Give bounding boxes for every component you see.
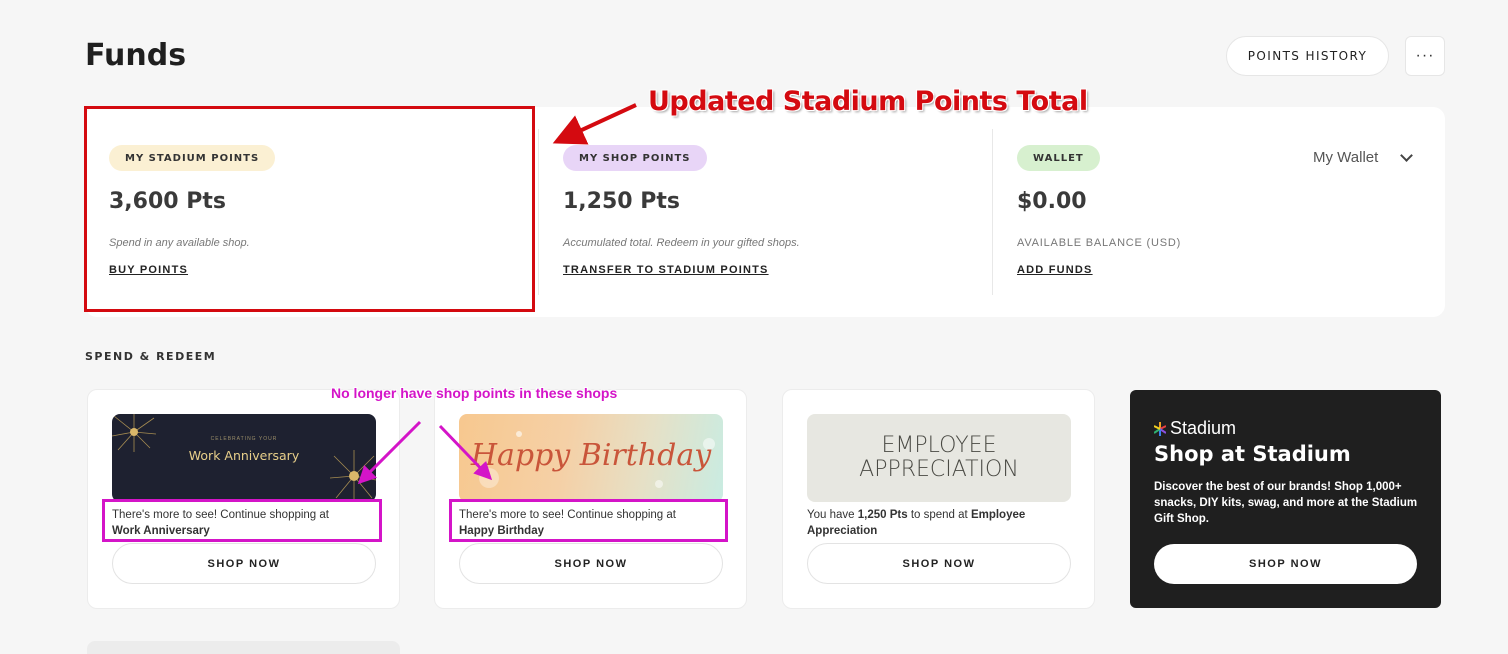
wallet-badge: WALLET — [1017, 145, 1100, 171]
shop-card-employee-appreciation: EMPLOYEE APPRECIATION You have 1,250 Pts… — [782, 389, 1095, 609]
shop-now-button[interactable]: SHOP NOW — [807, 543, 1071, 584]
wallet-selector[interactable]: My Wallet — [1313, 148, 1414, 166]
annotation-magenta-text: No longer have shop points in these shop… — [331, 385, 618, 401]
stadium-logo: Stadium — [1154, 418, 1236, 439]
wallet-description: AVAILABLE BALANCE (USD) — [1017, 237, 1182, 249]
divider — [538, 129, 539, 295]
shop-now-button[interactable]: SHOP NOW — [459, 543, 723, 584]
work-anniversary-image: CELEBRATING YOUR Work Anniversary — [112, 414, 376, 502]
shop-points-amount: 1,250 Pts — [563, 189, 680, 214]
annotation-red-text: Updated Stadium Points Total — [648, 86, 1088, 117]
page-title: Funds — [85, 38, 187, 73]
stadium-logo-icon — [1154, 421, 1166, 436]
chevron-down-icon — [1400, 148, 1414, 162]
divider — [992, 129, 993, 295]
shop-description: You have 1,250 Pts to spend at Employee … — [807, 507, 1071, 539]
wallet-amount: $0.00 — [1017, 189, 1087, 214]
stadium-brand-name: Stadium — [1170, 418, 1237, 438]
shop-description-text: to spend at — [910, 509, 968, 521]
wallet-section: WALLET My Wallet $0.00 AVAILABLE BALANCE… — [1017, 107, 1437, 317]
shop-points-badge: MY SHOP POINTS — [563, 145, 707, 171]
work-anniversary-image-title: Work Anniversary — [188, 448, 300, 463]
stadium-promo-description: Discover the best of our brands! Shop 1,… — [1154, 481, 1418, 525]
transfer-to-stadium-points-link[interactable]: TRANSFER TO STADIUM POINTS — [563, 264, 769, 276]
stadium-shop-now-button[interactable]: SHOP NOW — [1154, 544, 1417, 584]
shop-points-value: 1,250 Pts — [857, 509, 908, 521]
next-shop-card — [87, 641, 400, 654]
more-icon: ··· — [1415, 47, 1435, 64]
happy-birthday-image: Happy Birthday — [459, 414, 723, 502]
employee-appreciation-image-title: EMPLOYEE APPRECIATION — [859, 433, 1019, 482]
employee-appreciation-image: EMPLOYEE APPRECIATION — [807, 414, 1071, 502]
shop-points-description: Accumulated total. Redeem in your gifted… — [563, 237, 800, 249]
wallet-selector-label: My Wallet — [1313, 149, 1379, 166]
points-history-button[interactable]: POINTS HISTORY — [1226, 36, 1389, 76]
spend-redeem-heading: SPEND & REDEEM — [85, 350, 217, 363]
shop-now-button[interactable]: SHOP NOW — [112, 543, 376, 584]
work-anniversary-image-caption: CELEBRATING YOUR — [210, 436, 278, 442]
add-funds-link[interactable]: ADD FUNDS — [1017, 264, 1093, 276]
shop-description-text: You have — [807, 509, 855, 521]
more-options-button[interactable]: ··· — [1405, 36, 1445, 76]
annotation-red-box — [84, 106, 535, 312]
stadium-promo-card: Stadium Shop at Stadium Discover the bes… — [1130, 390, 1441, 608]
stadium-promo-title: Shop at Stadium — [1154, 442, 1351, 466]
shop-points-section: MY SHOP POINTS 1,250 Pts Accumulated tot… — [563, 107, 963, 317]
annotation-magenta-box — [102, 499, 382, 542]
annotation-magenta-box — [449, 499, 728, 542]
happy-birthday-image-title: Happy Birthday — [470, 438, 712, 473]
